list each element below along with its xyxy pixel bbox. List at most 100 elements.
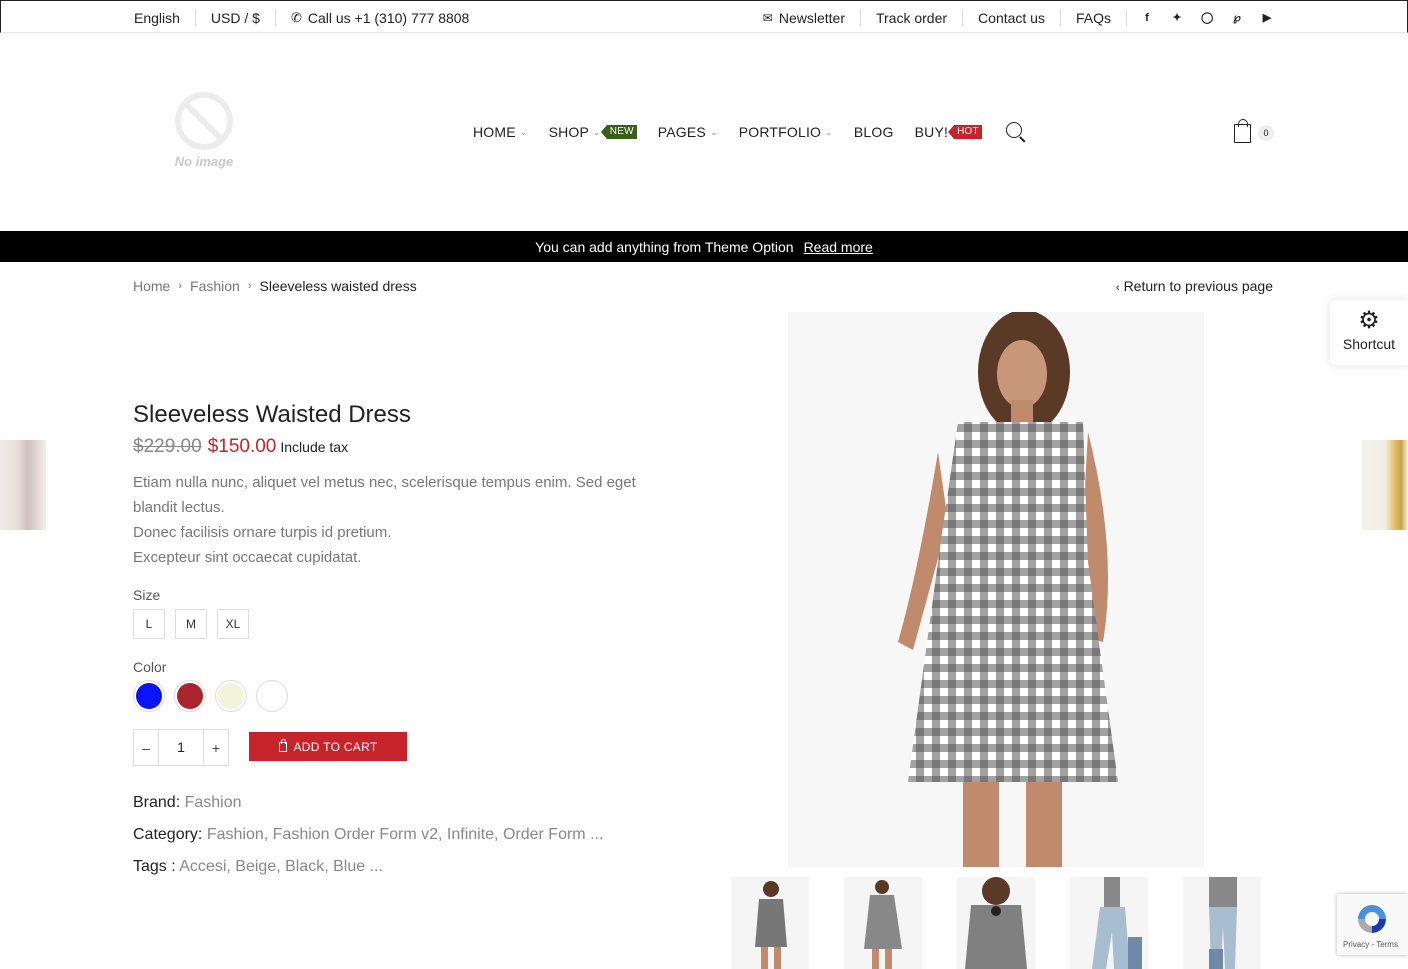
read-more-link[interactable]: Read more <box>804 239 873 255</box>
faqs-link[interactable]: FAQs <box>1059 9 1126 26</box>
color-swatch-blue[interactable] <box>133 680 165 712</box>
chevron-left-icon: ‹ <box>1115 282 1120 294</box>
breadcrumb-category[interactable]: Fashion <box>190 278 240 294</box>
quantity-decrease-button[interactable]: – <box>134 740 158 756</box>
size-option-m[interactable]: M <box>175 609 207 639</box>
twitter-icon[interactable]: ✦ <box>1171 11 1183 24</box>
breadcrumb-current: Sleeveless waisted dress <box>259 278 417 294</box>
track-order-label: Track order <box>875 9 948 26</box>
product-description: Etiam nulla nunc, aliquet vel metus nec,… <box>133 470 673 570</box>
quantity-stepper: – 1 + <box>133 729 229 766</box>
color-swatch-white[interactable] <box>256 680 288 712</box>
newsletter-label: Newsletter <box>778 9 845 26</box>
color-swatch-beige[interactable] <box>215 680 247 712</box>
phone-link[interactable]: ✆ Call us +1 (310) 777 8808 <box>274 9 484 26</box>
color-options <box>133 680 288 712</box>
youtube-icon[interactable]: ▶ <box>1261 11 1273 24</box>
language-label: English <box>134 9 180 26</box>
cart-button[interactable]: 0 <box>1234 119 1274 145</box>
next-product-preview[interactable] <box>1362 440 1408 530</box>
announcement-bar: You can add anything from Theme Option R… <box>0 231 1408 262</box>
tax-note: Include tax <box>280 439 349 455</box>
size-option-l[interactable]: L <box>133 609 165 639</box>
thumbnail-1[interactable] <box>731 877 809 969</box>
swatch-fill <box>177 683 203 709</box>
social-links: f ✦ ◯ ℘ ▶ <box>1126 9 1273 26</box>
main-nav: HOME ⌄ SHOP ⌄ NEW PAGES ⌄ PORTFOLIO ⌄ BL… <box>473 120 1027 144</box>
nav-item-buy[interactable]: BUY! HOT <box>915 124 982 140</box>
return-label: Return to previous page <box>1123 278 1273 294</box>
description-line: Excepteur sint occaecat cupidatat. <box>133 549 362 566</box>
return-previous-link[interactable]: ‹ Return to previous page <box>1116 278 1273 294</box>
track-order-link[interactable]: Track order <box>859 9 962 26</box>
mail-icon: ✉ <box>762 10 773 25</box>
quantity-increase-button[interactable]: + <box>204 740 228 756</box>
previous-product-preview[interactable] <box>0 440 46 530</box>
tag-links[interactable]: Accesi, Beige, Black, Blue ... <box>179 858 383 875</box>
nav-portfolio-label: PORTFOLIO <box>738 124 822 140</box>
top-bar-left: English USD / $ ✆ Call us +1 (310) 777 8… <box>134 1 484 34</box>
product-title: Sleeveless Waisted Dress <box>133 401 411 428</box>
description-line: Donec facilisis ornare turpis id pretium… <box>133 524 392 541</box>
shopping-bag-icon <box>1234 119 1251 143</box>
newsletter-link[interactable]: ✉ Newsletter <box>748 10 860 26</box>
nav-item-blog[interactable]: BLOG <box>854 124 894 140</box>
search-icon[interactable] <box>1005 121 1027 143</box>
add-to-cart-button[interactable]: ADD TO CART <box>249 732 407 761</box>
thumbnail-4[interactable] <box>1070 877 1148 969</box>
thumbnail-2[interactable] <box>844 877 922 969</box>
chevron-right-icon: › <box>247 280 252 292</box>
nav-item-home[interactable]: HOME ⌄ <box>473 124 528 140</box>
product-thumbnails <box>731 877 1261 969</box>
nav-item-shop[interactable]: SHOP ⌄ NEW <box>549 124 637 140</box>
product-main-image[interactable] <box>788 312 1204 867</box>
breadcrumb-home[interactable]: Home <box>133 278 170 294</box>
currency-label: USD / $ <box>210 9 260 26</box>
nav-shop-label: SHOP <box>548 124 590 140</box>
chevron-right-icon: › <box>178 280 183 292</box>
contact-us-link[interactable]: Contact us <box>962 9 1060 26</box>
thumbnail-5[interactable] <box>1183 877 1261 969</box>
color-label: Color <box>133 659 167 675</box>
category-row: Category: Fashion, Fashion Order Form v2… <box>133 826 603 844</box>
hot-badge: HOT <box>948 125 982 139</box>
breadcrumb: Home › Fashion › Sleeveless waisted dres… <box>133 278 417 294</box>
new-badge: NEW <box>600 125 637 139</box>
brand-row: Brand: Fashion <box>133 794 242 812</box>
logo-placeholder-text: No image <box>174 154 234 169</box>
language-selector[interactable]: English <box>134 10 195 26</box>
description-line: Etiam nulla nunc, aliquet vel metus nec,… <box>133 474 636 516</box>
nav-item-portfolio[interactable]: PORTFOLIO ⌄ <box>739 124 833 140</box>
currency-selector[interactable]: USD / $ <box>194 9 275 26</box>
nav-buy-label: BUY! <box>914 124 949 140</box>
swatch-fill <box>218 683 244 709</box>
chevron-down-icon: ⌄ <box>519 126 528 137</box>
category-links[interactable]: Fashion, Fashion Order Form v2, Infinite… <box>207 826 604 843</box>
phone-label: Call us +1 (310) 777 8808 <box>307 9 470 26</box>
size-label: Size <box>133 587 161 603</box>
quantity-input[interactable]: 1 <box>158 730 204 765</box>
contact-us-label: Contact us <box>978 9 1045 26</box>
swatch-fill <box>259 683 285 709</box>
pinterest-icon[interactable]: ℘ <box>1231 11 1243 24</box>
brand-label: Brand: <box>133 794 181 811</box>
color-swatch-red[interactable] <box>174 680 206 712</box>
product-price: $229.00 $150.00 Include tax <box>133 436 348 458</box>
size-option-xl[interactable]: XL <box>217 609 249 639</box>
recaptcha-terms[interactable]: Privacy - Terms <box>1343 940 1398 949</box>
faqs-label: FAQs <box>1075 9 1111 26</box>
no-image-icon <box>175 92 233 150</box>
shortcut-panel-button[interactable]: ⚙ Shortcut <box>1330 300 1408 365</box>
top-bar: English USD / $ ✆ Call us +1 (310) 777 8… <box>0 0 1408 33</box>
recaptcha-badge[interactable]: Privacy - Terms <box>1337 894 1408 955</box>
model-dress-image <box>788 312 1204 867</box>
nav-item-pages[interactable]: PAGES ⌄ <box>658 124 718 140</box>
nav-blog-label: BLOG <box>853 124 894 140</box>
recaptcha-icon <box>1358 905 1386 933</box>
brand-link[interactable]: Fashion <box>185 794 242 811</box>
site-logo[interactable]: No image <box>172 92 236 178</box>
thumbnail-3[interactable] <box>957 877 1035 969</box>
instagram-icon[interactable]: ◯ <box>1201 11 1213 24</box>
size-options: L M XL <box>133 609 249 639</box>
facebook-icon[interactable]: f <box>1141 12 1153 24</box>
